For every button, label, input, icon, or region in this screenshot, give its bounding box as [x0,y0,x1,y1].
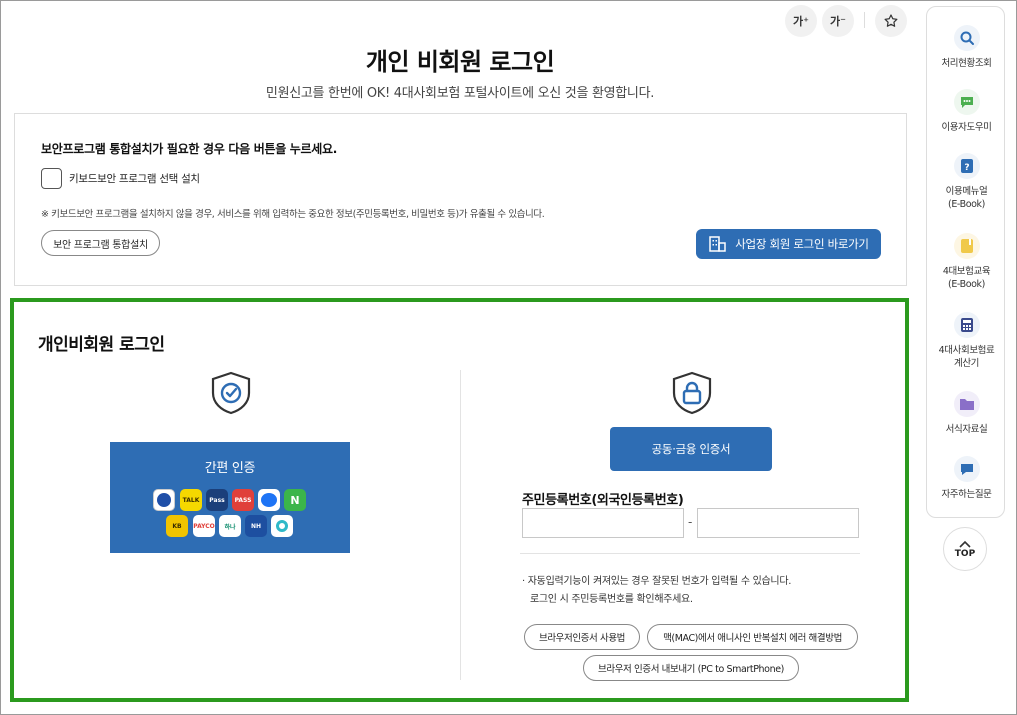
shield-check-icon [211,371,251,415]
notice-text-1: 자동입력기능이 켜져있는 경우 잘못된 번호가 입력될 수 있습니다. [527,576,792,587]
section-divider [520,553,860,554]
scroll-top-button[interactable]: TOP [943,527,987,571]
calculator-icon [953,312,980,338]
naver-app-icon: N [284,489,306,511]
rrn-separator: - [688,515,693,529]
quick-menu-sidebar: 처리현황조회 이용자도우미 ? 이용메뉴얼 (E-Book) 4대보험교육 (E… [926,6,1005,518]
hana-app-icon: 하나 [219,515,241,537]
sidebar-item-education[interactable]: 4대보험교육 (E-Book) [927,233,1006,291]
svg-text:?: ? [964,163,969,173]
kb-app-icon: KB [166,515,188,537]
sidebar-item-label: 4대보험교육 (E-Book) [942,266,991,290]
keyboard-security-label: 키보드보안 프로그램 선택 설치 [69,173,200,185]
font-decrease-button[interactable]: 가⁻ [822,5,854,37]
kakaotalk-app-icon: TALK [180,489,202,511]
sidebar-item-label: 자주하는질문 [941,489,992,500]
building-icon [709,236,727,252]
speech-bubble-icon [953,456,980,482]
notice-line-1: · 자동입력기능이 켜져있는 경우 잘못된 번호가 입력될 수 있습니다. [522,576,792,587]
search-icon [953,25,980,51]
page-title: 개인 비회원 로그인 [365,48,555,76]
chat-icon [953,89,980,115]
business-login-button[interactable]: 사업장 회원 로그인 바로가기 [696,229,881,259]
notice-line-2: 로그인 시 주민등록번호를 확인해주세요. [530,594,693,605]
simple-auth-label: 간편 인증 [204,461,256,476]
payco-app-icon: PAYCO [193,515,215,537]
login-title: 개인비회원 로그인 [38,335,165,355]
sidebar-item-calculator[interactable]: 4대사회보험료 계산기 [927,312,1006,370]
personal-login-panel: 개인비회원 로그인 간편 인증 TALK Pass PASS N KB PAYC… [10,298,909,702]
toolbar-separator [864,12,865,28]
star-icon [884,14,898,27]
export-cert-button[interactable]: 브라우저 인증서 내보내기 (PC to SmartPhone) [583,655,799,681]
nh-app-icon: NH [245,515,267,537]
sidebar-item-label: 처리현황조회 [941,58,992,69]
shield-lock-icon [672,371,712,415]
shinhan-app-icon [153,489,175,511]
toss-app-icon [258,489,280,511]
page-subtitle: 민원신고를 한번에 OK! 4대사회보험 포털사이트에 오신 것을 환영합니다. [265,86,655,101]
sidebar-item-forms[interactable]: 서식자료실 [927,391,1006,436]
book-icon [953,233,980,259]
rrn-label: 주민등록번호(외국인등록번호) [522,493,684,508]
bank-app-icon [271,515,293,537]
rrn-front-input[interactable] [522,508,684,538]
sidebar-item-helper[interactable]: 이용자도우미 [927,89,1006,134]
question-icon: ? [953,153,980,179]
business-login-label: 사업장 회원 로그인 바로가기 [735,237,869,251]
keyboard-security-checkbox[interactable] [41,168,62,189]
folder-icon [953,391,980,417]
scroll-top-label: TOP [954,548,976,559]
certificate-login-button[interactable]: 공동·금융 인증서 [610,427,772,471]
chevron-up-icon [959,540,971,548]
security-program-panel: 보안프로그램 통합설치가 필요한 경우 다음 버튼을 누르세요. 키보드보안 프… [14,113,907,286]
sidebar-item-status[interactable]: 처리현황조회 [927,25,1006,70]
font-increase-button[interactable]: 가⁺ [785,5,817,37]
mac-fix-guide-button[interactable]: 맥(MAC)에서 애니사인 반복설치 에러 해결방법 [647,624,858,650]
sidebar-item-label: 4대사회보험료 계산기 [938,345,995,369]
security-install-button[interactable]: 보안 프로그램 통합설치 [41,230,160,256]
rrn-back-input[interactable] [697,508,859,538]
sidebar-item-label: 이용메뉴얼 (E-Book) [945,186,988,210]
sidebar-item-label: 이용자도우미 [941,122,992,133]
sidebar-item-label: 서식자료실 [945,424,988,435]
favorite-button[interactable] [875,5,907,37]
sidebar-item-faq[interactable]: 자주하는질문 [927,456,1006,501]
column-divider [460,370,461,680]
samsung-pass-app-icon: Pass [206,489,228,511]
pass-app-icon: PASS [232,489,254,511]
sidebar-item-manual[interactable]: ? 이용메뉴얼 (E-Book) [927,153,1006,211]
browser-cert-guide-button[interactable]: 브라우저인증서 사용법 [524,624,640,650]
simple-auth-button[interactable]: 간편 인증 TALK Pass PASS N KB PAYCO 하나 NH [110,442,350,553]
security-note: ※ 키보드보안 프로그램을 설치하지 않을 경우, 서비스를 위해 입력하는 중… [41,209,545,220]
security-title: 보안프로그램 통합설치가 필요한 경우 다음 버튼을 누르세요. [41,142,338,156]
